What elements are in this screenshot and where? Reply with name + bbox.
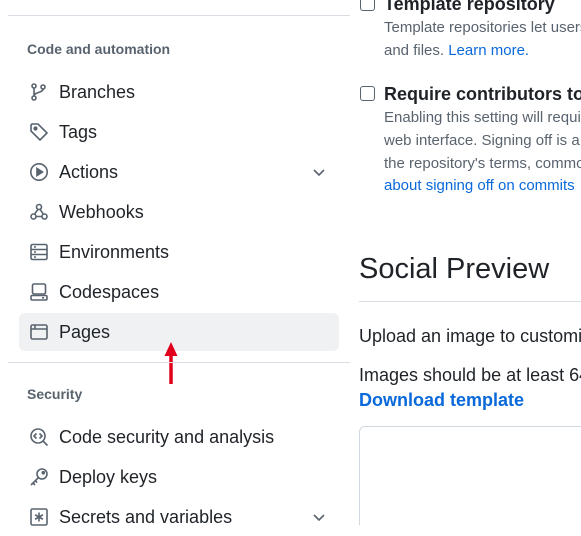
- require-signoff-title: Require contributors to sign off: [384, 84, 581, 104]
- server-icon: [29, 242, 49, 262]
- sidebar-item-label: Tags: [59, 121, 98, 142]
- sidebar-item-label: Pages: [59, 321, 111, 342]
- chevron-down-icon[interactable]: [311, 164, 327, 180]
- sidebar-item-label: Secrets and variables: [59, 506, 233, 527]
- template-repository-checkbox[interactable]: [360, 0, 375, 11]
- sidebar-item-deploy-keys[interactable]: Deploy keys: [19, 458, 339, 496]
- sidebar-item-code-security[interactable]: Code security and analysis: [19, 418, 339, 456]
- sidebar-item-label: Deploy keys: [59, 466, 158, 487]
- section-heading-code-automation: Code and automation: [27, 41, 171, 57]
- sidebar-item-tags[interactable]: Tags: [19, 113, 339, 151]
- require-signoff-desc-line1: Enabling this setting will require: [384, 109, 581, 126]
- chevron-down-icon[interactable]: [311, 509, 327, 525]
- git-branch-icon: [29, 82, 49, 102]
- sidebar-item-label: Webhooks: [59, 201, 144, 222]
- sidebar-item-label: Code security and analysis: [59, 426, 275, 447]
- upload-image-text: Upload an image to customize: [359, 326, 581, 346]
- template-repository-desc-line2: and files. Learn more.: [384, 42, 530, 59]
- browser-icon: [29, 322, 49, 342]
- social-preview-heading: Social Preview: [359, 253, 550, 285]
- sidebar-item-secrets[interactable]: Secrets and variables: [19, 498, 339, 536]
- image-size-text: Images should be at least 640: [359, 365, 581, 385]
- webhook-icon: [29, 202, 49, 222]
- sidebar-item-label: Actions: [59, 161, 119, 182]
- require-signoff-desc-line3: the repository's terms, commonly: [384, 155, 581, 172]
- sidebar-divider: [8, 15, 350, 16]
- settings-sidebar: Code and automation Branches Tags Action…: [0, 0, 350, 527]
- play-icon: [29, 162, 49, 182]
- template-repository-title: Template repository: [384, 0, 555, 14]
- codespaces-icon: [29, 282, 49, 302]
- sidebar-item-environments[interactable]: Environments: [19, 233, 339, 271]
- tag-icon: [29, 122, 49, 142]
- sidebar-item-label: Codespaces: [59, 281, 160, 302]
- sidebar-item-label: Branches: [59, 81, 136, 102]
- settings-main: Template repository Template repositorie…: [359, 0, 581, 525]
- signoff-learn-link[interactable]: about signing off on commits: [384, 175, 575, 197]
- download-template-link[interactable]: Download template: [359, 390, 524, 411]
- annotation-arrow-icon: [164, 342, 178, 384]
- sidebar-item-label: Environments: [59, 241, 170, 262]
- sidebar-item-codespaces[interactable]: Codespaces: [19, 273, 339, 311]
- key-icon: [29, 467, 49, 487]
- social-preview-image-box[interactable]: [359, 426, 581, 525]
- template-repository-desc: Template repositories let users: [384, 19, 581, 36]
- codescan-icon: [29, 427, 49, 447]
- section-heading-security: Security: [27, 386, 83, 402]
- sidebar-divider: [8, 362, 350, 363]
- sidebar-item-branches[interactable]: Branches: [19, 73, 339, 111]
- require-signoff-checkbox[interactable]: [360, 86, 375, 101]
- require-signoff-desc-line2: web interface. Signing off is a: [384, 132, 580, 149]
- social-preview-divider: [359, 301, 581, 302]
- sidebar-item-actions[interactable]: Actions: [19, 153, 339, 191]
- sidebar-item-webhooks[interactable]: Webhooks: [19, 193, 339, 231]
- key-asterisk-icon: [29, 507, 49, 527]
- learn-more-link[interactable]: Learn more.: [448, 42, 529, 59]
